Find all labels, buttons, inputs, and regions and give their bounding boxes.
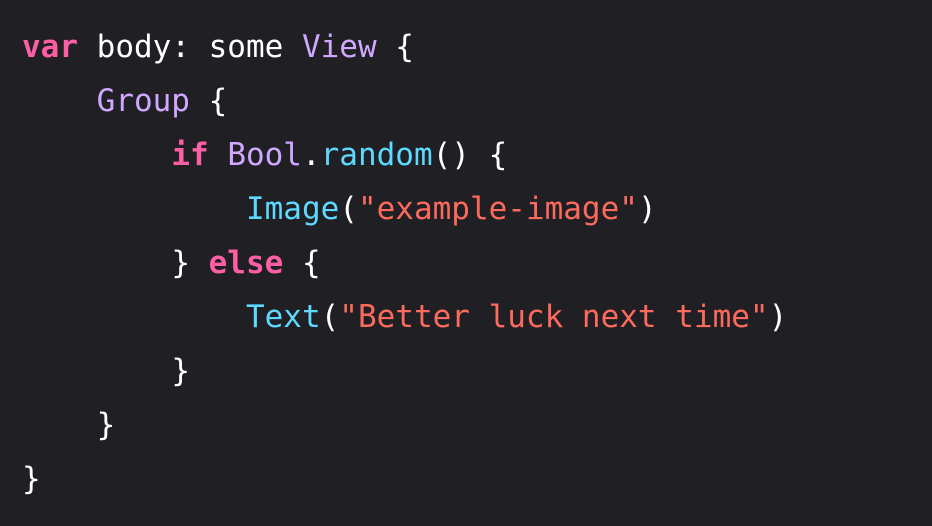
type-name: Group (96, 83, 190, 119)
code-text: . (301, 137, 321, 173)
code-text: } (171, 245, 209, 281)
code-text: body: some (78, 29, 302, 65)
code-text: ) (768, 299, 788, 335)
type-name: Bool (227, 137, 302, 173)
code-text: } (96, 407, 116, 443)
code-text: { (376, 29, 414, 65)
code-line-4: Image("example-image") (22, 184, 932, 238)
keyword-if: if (171, 137, 209, 173)
function-name: Image (245, 191, 340, 227)
function-name: Text (245, 299, 321, 335)
code-text: { (189, 83, 228, 119)
code-line-3: if Bool.random() { (22, 130, 932, 184)
code-line-5: } else { (22, 238, 932, 292)
code-line-7: } (22, 346, 932, 400)
code-line-2: Group { (22, 76, 932, 130)
type-name: View (301, 29, 377, 65)
code-text: } (171, 353, 190, 389)
code-text: } (22, 461, 41, 497)
code-text: ) (637, 191, 657, 227)
keyword-var: var (22, 29, 78, 65)
code-text: { (283, 245, 321, 281)
keyword-else: else (208, 245, 284, 281)
code-text: ( (320, 299, 340, 335)
string-literal: "Better luck next time" (339, 299, 769, 335)
code-text: ( (339, 191, 358, 227)
code-line-1: var body: some View { (22, 22, 932, 76)
code-line-8: } (22, 400, 932, 454)
code-editor[interactable]: var body: some View { Group { if Bool.ra… (0, 0, 932, 526)
function-name: random (320, 137, 433, 173)
string-literal: "example-image" (357, 191, 638, 227)
code-line-6: Text("Better luck next time") (22, 292, 932, 346)
code-line-9: } (22, 454, 932, 508)
code-text: () { (432, 137, 508, 173)
